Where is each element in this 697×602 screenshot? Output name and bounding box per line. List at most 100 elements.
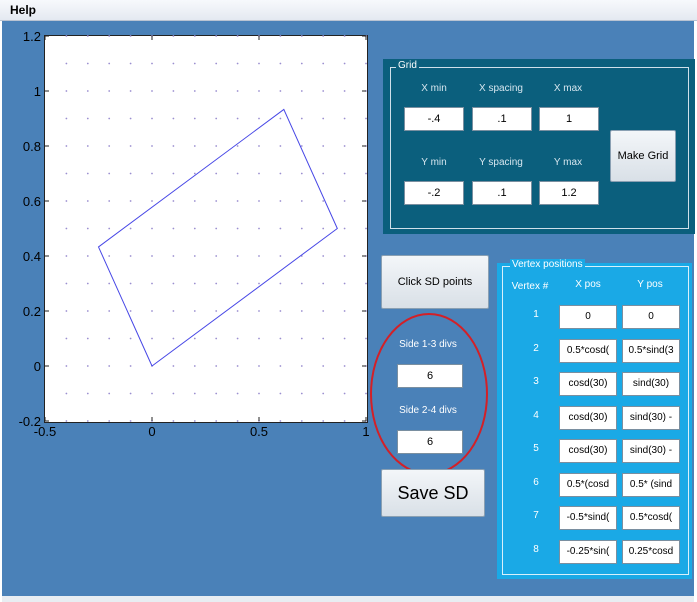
grid-dot	[65, 35, 68, 37]
xmax-field[interactable]: 1	[539, 107, 599, 131]
grid-dot	[300, 282, 303, 285]
vertex-y-field[interactable]: 0.5* (sind	[622, 473, 680, 497]
grid-dot	[300, 62, 303, 65]
grid-dot	[236, 365, 239, 367]
grid-dot	[129, 90, 132, 92]
grid-dot	[172, 145, 175, 147]
grid-dot	[129, 227, 132, 230]
vertex-y-field[interactable]: 0.5*sind(3	[622, 339, 680, 363]
grid-dot	[300, 420, 303, 422]
vertex-y-field[interactable]: 0.5*cosd(	[622, 506, 680, 530]
click-sd-points-button[interactable]: Click SD points	[381, 255, 489, 309]
grid-dot	[108, 392, 111, 395]
grid-dot	[279, 62, 282, 65]
grid-dot	[258, 310, 260, 312]
grid-dot	[215, 337, 218, 340]
vertex-x-field[interactable]: cosd(30)	[559, 406, 617, 430]
grid-dot	[236, 145, 239, 147]
grid-dot	[193, 255, 196, 257]
vertex-y-field[interactable]: 0.25*cosd	[622, 540, 680, 564]
xmin-label: X min	[421, 83, 447, 94]
grid-dot	[129, 117, 132, 120]
ymax-field[interactable]: 1.2	[539, 181, 599, 205]
grid-dot	[215, 282, 218, 285]
vertex-y-field[interactable]: sind(30)	[622, 372, 680, 396]
grid-dot	[322, 392, 325, 395]
make-grid-button[interactable]: Make Grid	[610, 130, 676, 182]
grid-dot	[108, 282, 111, 285]
grid-dot	[108, 90, 111, 92]
grid-dot	[172, 200, 175, 202]
grid-dot	[86, 62, 89, 65]
grid-dot	[343, 35, 346, 37]
grid-dot	[193, 62, 196, 65]
grid-dot	[65, 227, 68, 230]
xspacing-field[interactable]: .1	[472, 107, 532, 131]
grid-dot	[215, 310, 218, 312]
grid-dot	[108, 35, 111, 37]
grid-dot	[172, 365, 175, 367]
grid-dot	[151, 255, 153, 257]
grid-dot	[108, 62, 111, 65]
save-sd-button[interactable]: Save SD	[381, 469, 485, 517]
vertex-x-field[interactable]: 0.5*(cosd	[559, 473, 617, 497]
grid-dot	[258, 337, 260, 340]
grid-dot	[151, 90, 153, 92]
grid-dot	[86, 145, 89, 147]
grid-dot	[151, 62, 153, 65]
grid-dot	[193, 117, 196, 120]
vertex-x-field[interactable]: cosd(30)	[559, 372, 617, 396]
grid-dot	[300, 365, 303, 367]
vertex-y-field[interactable]: sind(30) -	[622, 439, 680, 463]
grid-dot	[236, 420, 239, 422]
grid-dot	[172, 90, 175, 92]
grid-dot	[193, 200, 196, 202]
grid-dot	[151, 117, 153, 120]
yspacing-field[interactable]: .1	[472, 181, 532, 205]
y-tick-label: 0.4	[23, 249, 41, 264]
grid-dot	[343, 90, 346, 92]
ymin-field[interactable]: -.2	[404, 181, 464, 205]
vertex-x-field[interactable]: -0.25*sin(	[559, 540, 617, 564]
grid-dot	[193, 145, 196, 147]
grid-dot	[236, 90, 239, 92]
grid-dot	[108, 145, 111, 147]
vertex-x-field[interactable]: cosd(30)	[559, 439, 617, 463]
grid-dot	[129, 145, 132, 147]
grid-dot	[215, 365, 218, 367]
grid-dot	[279, 35, 282, 37]
grid-dot	[108, 172, 111, 175]
grid-dot	[193, 282, 196, 285]
grid-dot	[322, 145, 325, 147]
vertex-x-field[interactable]: -0.5*sind(	[559, 506, 617, 530]
grid-dot	[193, 90, 196, 92]
grid-dot	[129, 35, 132, 37]
ymax-label: Y max	[553, 157, 583, 168]
grid-dot	[151, 172, 153, 175]
grid-dot	[279, 227, 282, 230]
grid-dot	[172, 227, 175, 230]
grid-dot	[300, 337, 303, 340]
grid-dot	[193, 227, 196, 230]
grid-dot	[151, 310, 153, 312]
grid-dot	[300, 117, 303, 120]
grid-dot	[343, 255, 346, 257]
grid-dot	[86, 117, 89, 120]
vertex-y-field[interactable]: 0	[622, 305, 680, 329]
grid-dot	[343, 392, 346, 395]
grid-dot	[279, 420, 282, 422]
grid-dot	[108, 420, 111, 422]
vertex-y-field[interactable]: sind(30) -	[622, 406, 680, 430]
grid-dot	[86, 255, 89, 257]
grid-dot	[86, 337, 89, 340]
vertex-x-field[interactable]: 0	[559, 305, 617, 329]
grid-dot	[215, 145, 218, 147]
grid-dot	[65, 172, 68, 175]
vertex-number-header: Vertex #	[511, 281, 549, 292]
grid-dot	[258, 90, 260, 92]
grid-dot	[343, 282, 346, 285]
vertex-x-field[interactable]: 0.5*cosd(	[559, 339, 617, 363]
grid-dot	[300, 392, 303, 395]
xmin-field[interactable]: -.4	[404, 107, 464, 131]
grid-dot	[86, 365, 89, 367]
